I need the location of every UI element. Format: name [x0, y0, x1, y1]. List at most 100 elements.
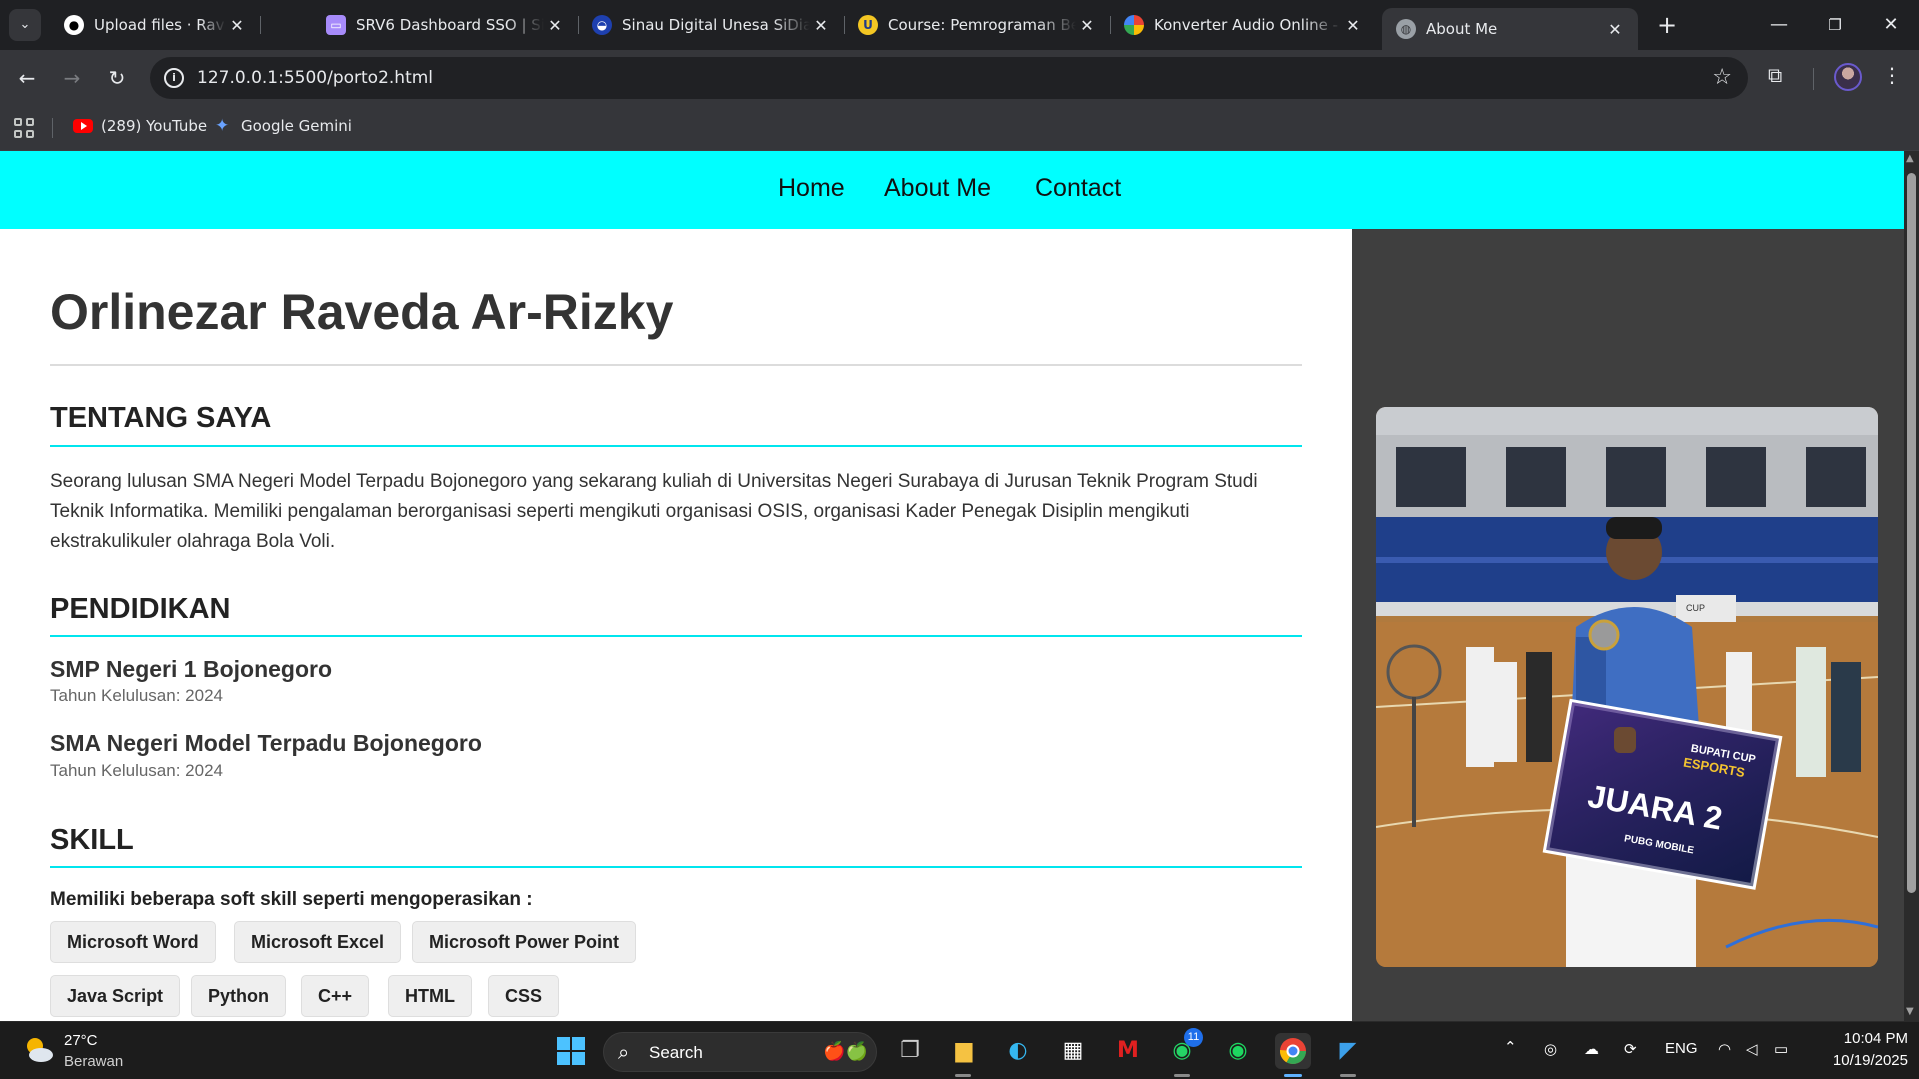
close-tab-icon[interactable]: ✕ — [1604, 20, 1626, 39]
profile-photo: CUP BUPATI CUP ESPORTS JUARA 2 PUBG MOBI… — [1376, 407, 1878, 967]
nav-about-link[interactable]: About Me — [884, 174, 991, 203]
site-navbar: Home About Me Contact — [0, 151, 1904, 229]
tab-course[interactable]: U Course: Pemrograman Berb ✕ — [844, 8, 1111, 42]
education-school: SMP Negeri 1 Bojonegoro — [50, 656, 333, 682]
chrome-icon[interactable] — [1275, 1033, 1311, 1069]
nav-home-link[interactable]: Home — [778, 174, 845, 203]
about-divider — [50, 445, 1302, 447]
running-indicator — [955, 1074, 971, 1077]
nav-contact-link[interactable]: Contact — [1035, 174, 1121, 203]
battery-icon[interactable]: ▭ — [1774, 1040, 1788, 1058]
windows-start-icon[interactable] — [553, 1033, 589, 1069]
bookmark-star-icon[interactable]: ☆ — [1712, 65, 1732, 90]
tab-sidia[interactable]: ◒ Sinau Digital Unesa SiDia ✕ — [578, 8, 845, 42]
language-indicator[interactable]: ENG — [1665, 1040, 1698, 1057]
about-heading: TENTANG SAYA — [50, 402, 272, 434]
tray-cloud-icon[interactable]: ☁ — [1584, 1040, 1599, 1058]
tab-about-me[interactable]: ◍ About Me ✕ — [1382, 8, 1638, 50]
wifi-icon[interactable]: ◠ — [1718, 1040, 1731, 1058]
skill-chip: Microsoft Excel — [234, 921, 402, 963]
toolbar-divider — [1813, 68, 1814, 90]
tray-overflow-icon[interactable]: ⌃ — [1504, 1038, 1517, 1056]
back-button[interactable]: ← — [12, 63, 42, 93]
skill-chip: C++ — [301, 975, 370, 1017]
close-window-button[interactable]: ✕ — [1863, 0, 1919, 50]
education-year: Tahun Kelulusan: 2024 — [50, 761, 223, 780]
address-bar[interactable]: i 127.0.0.1:5500/porto2.html ☆ — [150, 57, 1748, 99]
weather-temperature[interactable]: 27°C — [64, 1032, 98, 1049]
running-indicator — [1340, 1074, 1356, 1077]
profile-avatar[interactable] — [1834, 63, 1862, 91]
search-icon: ⌕ — [618, 1040, 630, 1064]
file-explorer-icon[interactable]: ▆ — [946, 1033, 982, 1069]
tray-sync-icon[interactable]: ⟳ — [1624, 1040, 1637, 1058]
search-label: Search — [649, 1043, 703, 1062]
skill-chip: Java Script — [50, 975, 181, 1017]
weather-cloudy-icon[interactable] — [22, 1033, 56, 1067]
page-scrollbar[interactable]: ▲ ▼ — [1904, 151, 1919, 1021]
tray-app-icon[interactable]: ◎ — [1544, 1040, 1557, 1058]
weather-description[interactable]: Berawan — [64, 1053, 123, 1070]
bookmark-label: Google Gemini — [241, 117, 352, 135]
bookmark-label: (289) YouTube — [101, 117, 208, 135]
bookmarks-bar: (289) YouTube ✦ Google Gemini — [0, 106, 1919, 151]
running-indicator — [1174, 1074, 1190, 1077]
tab-title: Course: Pemrograman Berb — [888, 16, 1076, 34]
tab-audio-converter[interactable]: Konverter Audio Online - K ✕ — [1110, 8, 1376, 42]
forward-button[interactable]: → — [57, 63, 87, 93]
browser-toolbar: ← → ↻ i 127.0.0.1:5500/porto2.html ☆ ⧉ ⋮ — [0, 50, 1919, 106]
scroll-up-icon[interactable]: ▲ — [1906, 153, 1914, 164]
close-tab-icon[interactable]: ✕ — [1076, 16, 1098, 35]
address-url[interactable]: 127.0.0.1:5500/porto2.html — [197, 68, 433, 88]
close-tab-icon[interactable]: ✕ — [810, 16, 832, 35]
task-view-icon[interactable]: ❐ — [892, 1033, 928, 1069]
education-year: Tahun Kelulusan: 2024 — [50, 686, 223, 705]
scroll-thumb[interactable] — [1907, 173, 1916, 893]
browser-menu-icon[interactable]: ⋮ — [1882, 63, 1902, 87]
profile-sidebar: CUP BUPATI CUP ESPORTS JUARA 2 PUBG MOBI… — [1352, 229, 1904, 1021]
github-icon: ● — [64, 15, 84, 35]
bookmark-youtube[interactable]: (289) YouTube — [73, 117, 207, 135]
tab-search-button[interactable]: ⌄ — [9, 9, 41, 41]
microsoft-store-icon[interactable]: ▦ — [1055, 1033, 1091, 1069]
clock-date[interactable]: 10/19/2025 — [1808, 1052, 1908, 1069]
skill-intro: Memiliki beberapa soft skill seperti men… — [50, 889, 533, 910]
mcafee-icon[interactable]: M — [1110, 1033, 1146, 1069]
apps-grid-icon[interactable] — [14, 118, 34, 138]
spotify-icon[interactable]: ◉ — [1220, 1033, 1256, 1069]
tab-title: Konverter Audio Online - K — [1154, 16, 1342, 34]
tab-dashboard[interactable]: ▭ SRV6 Dashboard SSO | Sing ✕ — [312, 8, 579, 42]
gemini-icon: ✦ — [215, 116, 230, 136]
clock-time[interactable]: 10:04 PM — [1818, 1030, 1908, 1047]
bookmark-gemini[interactable]: ✦ Google Gemini — [215, 117, 352, 135]
tab-title: Sinau Digital Unesa SiDia — [622, 16, 810, 34]
about-paragraph: Seorang lulusan SMA Negeri Model Terpadu… — [50, 471, 1258, 552]
running-indicator — [1284, 1074, 1302, 1077]
education-school: SMA Negeri Model Terpadu Bojonegoro — [50, 730, 482, 756]
tab-github[interactable]: ● Upload files · Ravarrizky/Ori ✕ — [50, 8, 261, 42]
skill-divider — [50, 866, 1302, 868]
tab-title: SRV6 Dashboard SSO | Sing — [356, 16, 544, 34]
scroll-down-icon[interactable]: ▼ — [1906, 1006, 1914, 1017]
reload-button[interactable]: ↻ — [102, 63, 132, 93]
close-tab-icon[interactable]: ✕ — [544, 16, 566, 35]
new-tab-button[interactable]: + — [1652, 10, 1682, 40]
volume-icon[interactable]: ◁ — [1746, 1040, 1758, 1058]
page-viewport: Home About Me Contact Orlinezar Raveda A… — [0, 151, 1904, 1021]
close-tab-icon[interactable]: ✕ — [1342, 16, 1364, 35]
unesa-icon: U — [858, 15, 878, 35]
skill-chip: CSS — [488, 975, 560, 1017]
close-tab-icon[interactable]: ✕ — [226, 16, 248, 35]
taskbar-search[interactable]: ⌕ Search 🍎🍏 — [603, 1032, 877, 1072]
restore-button[interactable]: ❐ — [1807, 0, 1863, 50]
minimize-button[interactable]: — — [1751, 0, 1807, 50]
education-heading: PENDIDIKAN — [50, 593, 231, 625]
skill-chip: Python — [191, 975, 286, 1017]
education-divider — [50, 635, 1302, 637]
edge-icon[interactable]: ◐ — [1000, 1033, 1036, 1069]
site-info-icon[interactable]: i — [164, 68, 184, 88]
youtube-icon — [73, 119, 93, 133]
extensions-icon[interactable]: ⧉ — [1768, 63, 1782, 87]
whatsapp-badge: 11 — [1184, 1028, 1203, 1047]
vscode-icon[interactable]: ◤ — [1330, 1033, 1366, 1069]
